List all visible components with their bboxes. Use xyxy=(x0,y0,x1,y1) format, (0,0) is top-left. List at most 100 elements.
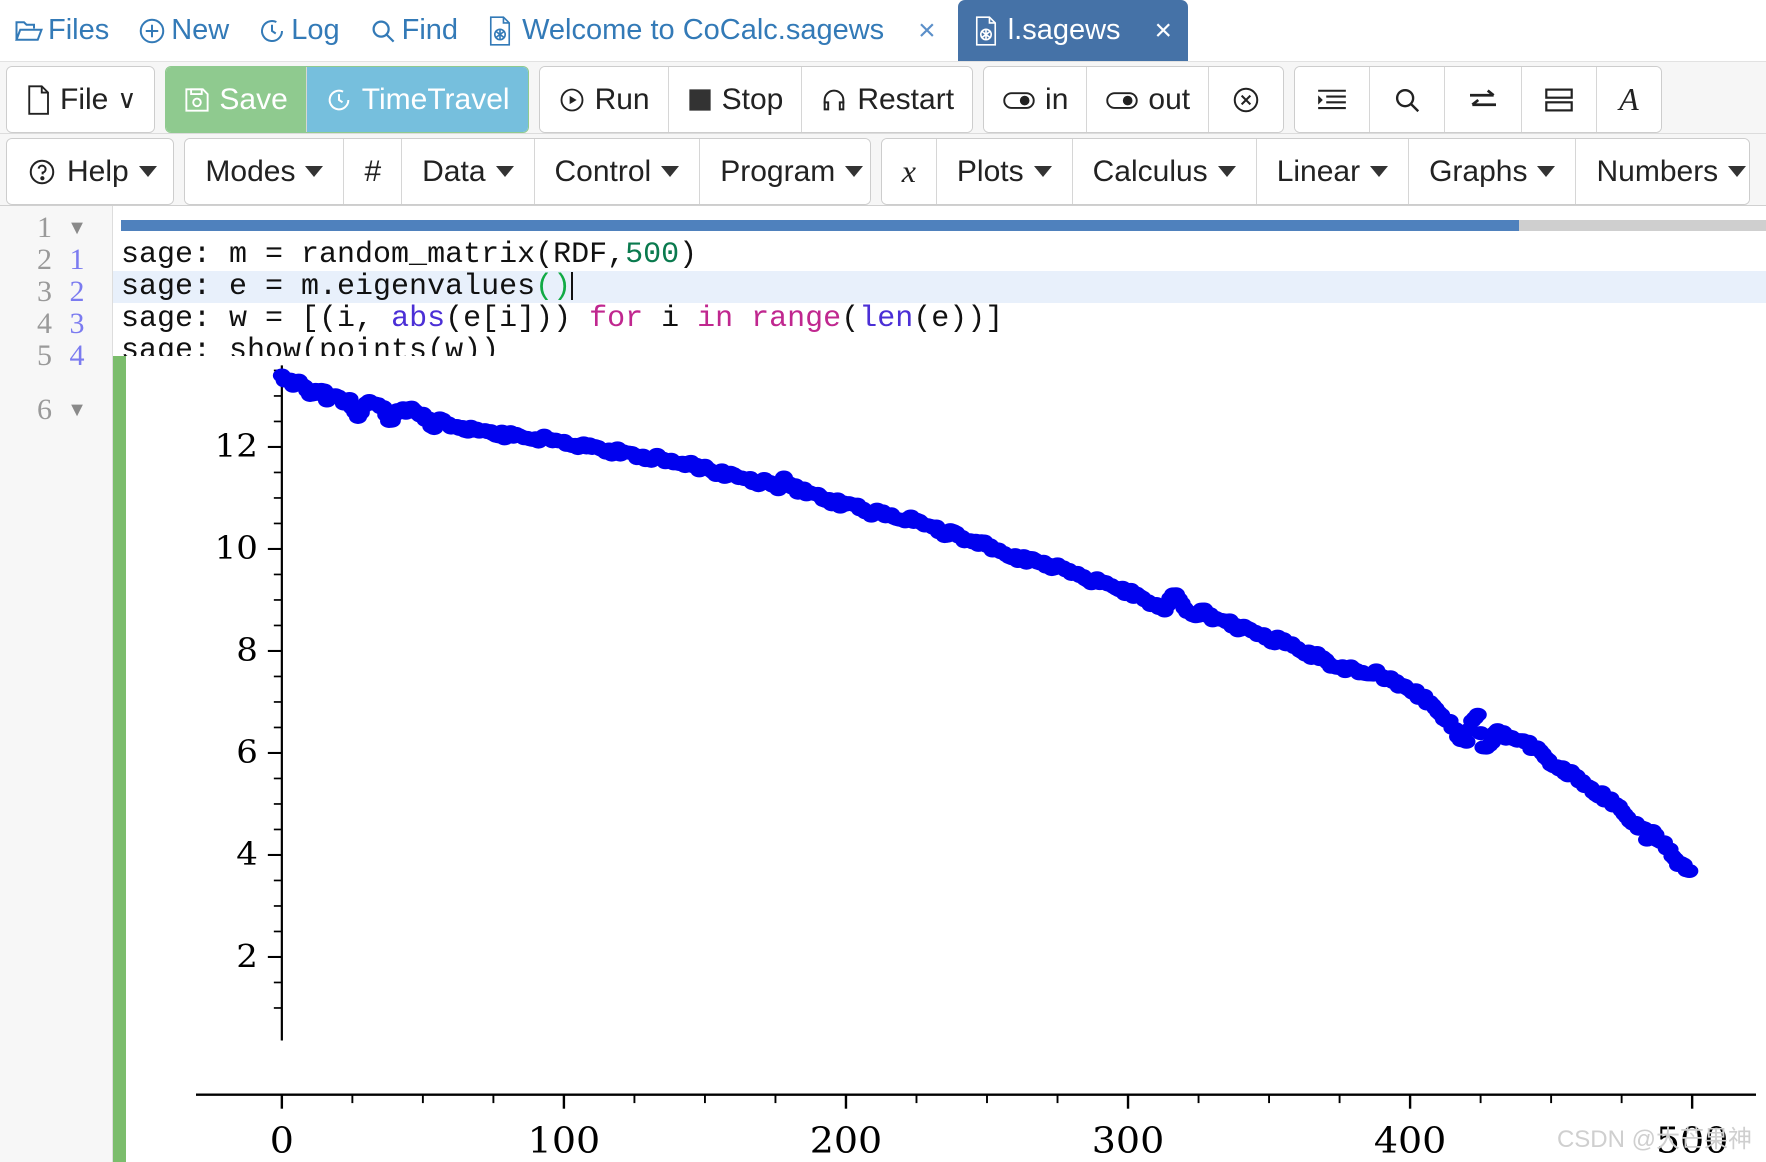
menu-modes[interactable]: Modes xyxy=(185,139,345,204)
question-circle-icon xyxy=(27,157,57,187)
menu-numbers[interactable]: Numbers xyxy=(1576,139,1749,204)
menu-control[interactable]: Control xyxy=(534,139,701,204)
code-text: m = random_matrix(RDF,500) xyxy=(229,238,698,272)
line-number: 2 xyxy=(37,243,52,276)
sage-menu-bar: Help Modes # Data Control Program x Plot… xyxy=(0,134,1766,206)
menu-numbers-label: Numbers xyxy=(1596,154,1719,188)
gutter-row[interactable]: 5 4 xyxy=(0,339,112,372)
line-number: 3 xyxy=(37,275,52,308)
code-area[interactable]: sage: m = random_matrix(RDF,500) sage: e… xyxy=(113,206,1766,1162)
save-button[interactable]: Save xyxy=(166,67,307,132)
menu-plots[interactable]: Plots xyxy=(936,139,1073,204)
chevron-down-icon xyxy=(495,166,514,177)
stop-square-icon xyxy=(687,87,713,113)
tab-l-sagews[interactable]: l.sagews × xyxy=(957,0,1189,61)
svg-text:2: 2 xyxy=(236,937,258,975)
output-indicator-bar[interactable] xyxy=(113,356,126,1162)
file-icon xyxy=(25,84,51,115)
line-number: 4 xyxy=(37,307,52,340)
menu-group-main: Modes # Data Control Program xyxy=(184,138,871,205)
gutter-row[interactable]: 1 ▼ xyxy=(0,211,112,244)
close-all-output-button[interactable] xyxy=(1209,67,1284,132)
split-view-button[interactable] xyxy=(1522,67,1598,132)
code-text: w = [(i, abs(e[i])) for i in range(len(e… xyxy=(229,302,1004,336)
menu-program[interactable]: Program xyxy=(700,139,870,204)
progress-track xyxy=(121,220,1766,231)
nav-new-label: New xyxy=(171,14,230,46)
close-icon[interactable]: × xyxy=(918,14,936,48)
chevron-down-icon xyxy=(1033,166,1052,177)
svg-text:200: 200 xyxy=(810,1120,883,1162)
fold-in-label: in xyxy=(1045,82,1069,116)
fold-triangle-icon[interactable]: ▼ xyxy=(52,217,102,240)
tab-welcome-cocalc[interactable]: Welcome to CoCalc.sagews × xyxy=(472,0,952,61)
gutter-row[interactable]: 2 1 xyxy=(0,243,112,276)
timetravel-button[interactable]: TimeTravel xyxy=(306,67,528,132)
code-line-1[interactable]: sage: m = random_matrix(RDF,500) xyxy=(113,239,1766,271)
close-circle-icon xyxy=(1231,85,1261,115)
run-button[interactable]: Run xyxy=(539,67,669,132)
gutter-row[interactable]: 4 3 xyxy=(0,307,112,340)
swap-button[interactable] xyxy=(1445,67,1523,132)
file-button[interactable]: File ∨ xyxy=(7,67,155,132)
folder-open-icon xyxy=(14,16,44,46)
nav-files[interactable]: Files xyxy=(0,0,123,61)
menu-help[interactable]: Help xyxy=(7,139,174,204)
file-group: File ∨ xyxy=(6,66,156,133)
menu-linear[interactable]: Linear xyxy=(1256,139,1410,204)
main-toolbar: File ∨ Save TimeTravel Run Stop Restart … xyxy=(0,62,1766,134)
indent-button[interactable] xyxy=(1295,67,1371,132)
nav-files-label: Files xyxy=(48,14,110,46)
menu-graphs[interactable]: Graphs xyxy=(1409,139,1577,204)
help-group: Help xyxy=(6,138,175,205)
menu-plots-label: Plots xyxy=(956,154,1024,188)
code-line-2[interactable]: sage: e = m.eigenvalues() xyxy=(113,271,1766,303)
search-button[interactable] xyxy=(1370,67,1446,132)
fold-group: in out xyxy=(983,66,1285,133)
svg-text:400: 400 xyxy=(1374,1120,1447,1162)
timetravel-label: TimeTravel xyxy=(361,82,510,116)
nav-log[interactable]: Log xyxy=(243,0,353,61)
menu-calculus[interactable]: Calculus xyxy=(1072,139,1257,204)
sage-file-icon xyxy=(486,15,514,46)
chevron-down-icon xyxy=(661,166,680,177)
svg-text:6: 6 xyxy=(236,733,258,771)
menu-comment-label: # xyxy=(364,154,382,188)
toggle-out-icon xyxy=(1105,88,1139,112)
input-number: 3 xyxy=(69,307,85,340)
menu-calculus-label: Calculus xyxy=(1092,154,1208,188)
floppy-disk-icon xyxy=(184,86,210,114)
worksheet-editor: 1 ▼ 2 1 3 2 4 3 5 4 6 ▼ sage: m = random… xyxy=(0,206,1766,1162)
tab-l-sagews-label: l.sagews xyxy=(1007,14,1121,46)
restart-headphones-icon xyxy=(820,86,848,114)
close-icon[interactable]: × xyxy=(1155,14,1173,48)
gutter-row[interactable]: 6 ▼ xyxy=(0,393,112,426)
code-line-3[interactable]: sage: w = [(i, abs(e[i])) for i in range… xyxy=(113,303,1766,335)
nav-new[interactable]: New xyxy=(123,0,243,61)
menu-comment[interactable]: # xyxy=(344,139,403,204)
run-group: Run Stop Restart xyxy=(538,66,974,133)
menu-variable-x[interactable]: x xyxy=(881,139,937,204)
top-tab-bar: Files New Log Find Welcome to CoCalc.sag… xyxy=(0,0,1766,62)
nav-find[interactable]: Find xyxy=(354,0,472,61)
fold-triangle-icon[interactable]: ▼ xyxy=(52,399,102,422)
chevron-down-icon xyxy=(305,166,324,177)
stop-label: Stop xyxy=(721,82,784,116)
svg-text:8: 8 xyxy=(236,631,258,669)
svg-text:500: 500 xyxy=(1656,1120,1729,1162)
nav-find-label: Find xyxy=(401,14,459,46)
fold-in-button[interactable]: in xyxy=(984,67,1088,132)
input-number: 2 xyxy=(69,275,85,308)
fold-out-button[interactable]: out xyxy=(1087,67,1210,132)
restart-button[interactable]: Restart xyxy=(802,67,973,132)
svg-text:12: 12 xyxy=(215,427,258,465)
chevron-down-icon xyxy=(1370,166,1389,177)
menu-program-label: Program xyxy=(720,154,836,188)
sage-prompt: sage: xyxy=(121,302,230,336)
sage-file-icon xyxy=(972,15,1000,46)
stop-button[interactable]: Stop xyxy=(668,67,803,132)
sage-prompt: sage: xyxy=(121,270,230,304)
font-button[interactable]: A xyxy=(1597,67,1661,132)
gutter-row[interactable]: 3 2 xyxy=(0,275,112,308)
menu-data[interactable]: Data xyxy=(402,139,535,204)
